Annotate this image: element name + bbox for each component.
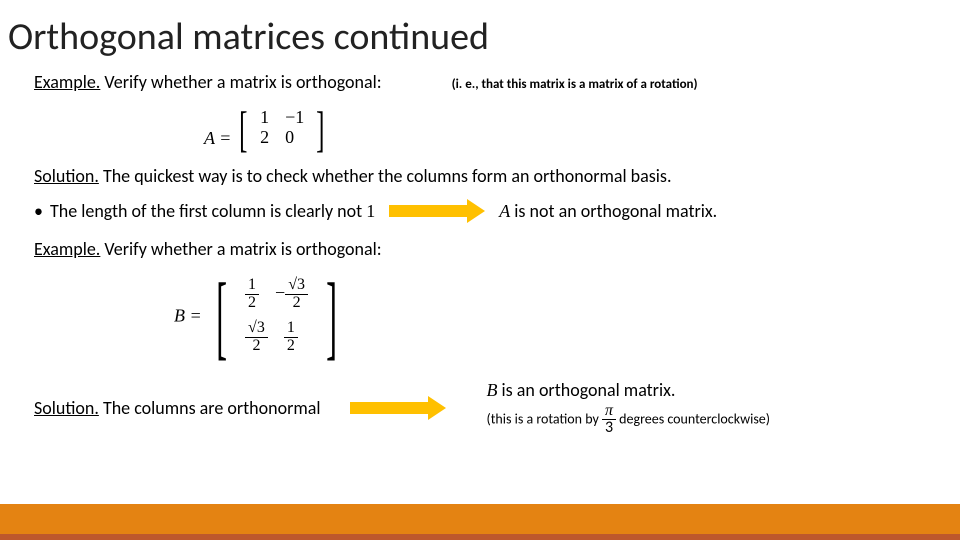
solution-1-label: Solution. xyxy=(34,165,99,187)
A-var: A xyxy=(499,201,510,221)
example-2-text: Verify whether a matrix is orthogonal: xyxy=(100,238,381,260)
example-1-line: Example. Verify whether a matrix is orth… xyxy=(34,70,926,94)
bullet-icon: • xyxy=(34,199,42,223)
B-conclusion: is an orthogonal matrix. xyxy=(497,379,675,401)
matrix-b: B = [ 12 −√32 √32 12 ] xyxy=(34,267,926,364)
footer-decoration xyxy=(0,504,960,540)
len-val: 1 xyxy=(366,201,375,221)
matB-c10: √32 xyxy=(237,316,276,359)
slide-title: Orthogonal matrices continued xyxy=(0,0,960,64)
matrix-b-lhs: B = xyxy=(174,306,202,326)
bracket-left-icon: [ xyxy=(216,277,227,362)
example-1-parenthetical: (i. e., that this matrix is a matrix of … xyxy=(452,76,698,94)
bracket-left-icon: [ xyxy=(240,108,248,150)
A-conclusion: is not an orthogonal matrix. xyxy=(510,200,717,222)
matA-c00: 1 xyxy=(252,107,277,127)
example-2-label: Example. xyxy=(34,238,100,260)
solution-2-label: Solution. xyxy=(34,397,99,419)
conclusion-1-line: • The length of the first column is clea… xyxy=(34,199,926,223)
matrix-a: A = [ 1 −1 2 0 ] xyxy=(34,100,926,154)
matB-c11: 12 xyxy=(276,316,306,359)
matA-c10: 2 xyxy=(252,127,277,147)
example-2-line: Example. Verify whether a matrix is orth… xyxy=(34,237,926,261)
B-var: B xyxy=(486,380,497,400)
bracket-right-icon: ] xyxy=(316,108,324,150)
example-1-text: Verify whether a matrix is orthogonal: xyxy=(100,71,381,93)
matrix-a-lhs: A = xyxy=(204,128,231,148)
matA-c01: −1 xyxy=(277,107,312,127)
solution-1-text: The quickest way is to check whether the… xyxy=(99,165,672,187)
matA-c11: 0 xyxy=(277,127,302,147)
arrow-icon xyxy=(350,399,446,417)
rotation-note: (this is a rotation by π3 degrees counte… xyxy=(486,403,770,438)
solution-1-line: Solution. The quickest way is to check w… xyxy=(34,164,926,188)
matB-c01: −√32 xyxy=(267,273,316,316)
solution-2-text: The columns are orthonormal xyxy=(99,397,321,419)
arrow-icon xyxy=(389,202,485,220)
example-1-label: Example. xyxy=(34,71,100,93)
matB-c00: 12 xyxy=(237,273,267,316)
len-text: The length of the first column is clearl… xyxy=(50,200,366,222)
bracket-right-icon: ] xyxy=(326,277,337,362)
solution-2-line: Solution. The columns are orthonormal B … xyxy=(34,378,926,437)
